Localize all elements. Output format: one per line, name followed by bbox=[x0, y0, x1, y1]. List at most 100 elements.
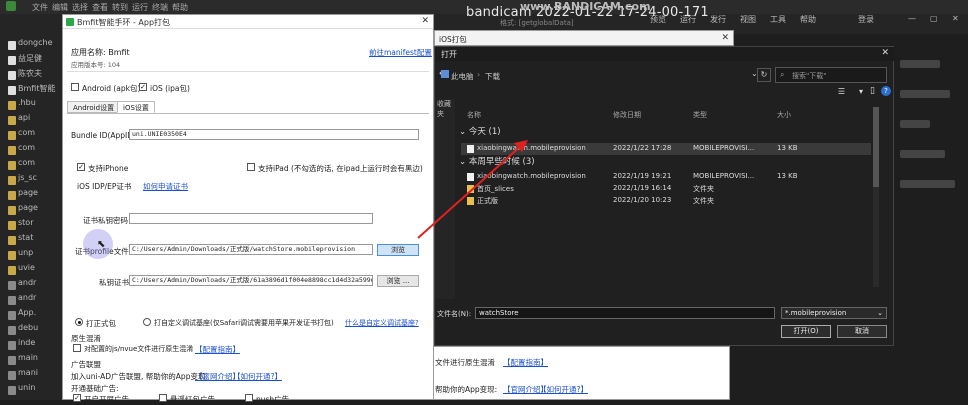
view-options-icon[interactable]: ☰ bbox=[838, 87, 845, 96]
group-today[interactable]: ⌄ 今天 (1) bbox=[459, 125, 501, 137]
obfuscate-checkbox[interactable] bbox=[73, 344, 81, 352]
pack-close-icon[interactable]: ✕ bbox=[421, 16, 429, 26]
tree-item[interactable]: 益足健 bbox=[0, 53, 62, 69]
tab-divider bbox=[67, 113, 429, 114]
profile-file-input[interactable]: C:/Users/Admin/Downloads/正式版/watchStore.… bbox=[129, 244, 373, 255]
file-list-scrollbar[interactable] bbox=[873, 107, 879, 287]
layout-pane-icon[interactable]: ▯ bbox=[870, 86, 875, 96]
tree-item[interactable]: debu bbox=[0, 323, 62, 339]
menu-run[interactable]: 运行 bbox=[132, 2, 148, 13]
tree-item[interactable]: js_sc bbox=[0, 173, 62, 189]
menu-view[interactable]: 查看 bbox=[92, 2, 108, 13]
menu-help[interactable]: 帮助 bbox=[172, 2, 188, 13]
tree-item[interactable]: unin bbox=[0, 383, 62, 399]
tree-item[interactable]: com bbox=[0, 128, 62, 144]
file-row[interactable]: xiaobingwatch.mobileprovision 2022/1/19 1… bbox=[461, 171, 871, 183]
filetype-select[interactable]: *.mobileprovision ⌄ bbox=[781, 307, 887, 319]
refresh-icon[interactable]: ↻ bbox=[757, 68, 771, 82]
top-publish[interactable]: 发行 bbox=[710, 14, 726, 25]
file-row[interactable]: xiaobingwatch.mobileprovision 2022/1/22 1… bbox=[461, 143, 871, 155]
tree-item[interactable]: main bbox=[0, 353, 62, 369]
tree-item-label: page bbox=[18, 188, 38, 197]
tree-item[interactable]: .hbu bbox=[0, 98, 62, 114]
tree-item[interactable]: unp bbox=[0, 248, 62, 264]
ad-splash-checkbox[interactable]: ✓ bbox=[73, 394, 81, 402]
file-dialog-close-icon[interactable]: ✕ bbox=[881, 48, 889, 58]
tree-item[interactable]: Bmfit智能 bbox=[0, 83, 62, 99]
breadcrumb-pc[interactable]: 此电脑 bbox=[451, 71, 474, 82]
tree-item[interactable]: andr bbox=[0, 293, 62, 309]
tree-item-label: page bbox=[18, 203, 38, 212]
bg-obfuscate-link[interactable]: 【配置指南】 bbox=[503, 357, 548, 368]
tree-item[interactable]: page bbox=[0, 188, 62, 204]
tab-android[interactable]: Android设置 bbox=[67, 101, 121, 113]
menu-goto[interactable]: 转到 bbox=[112, 2, 128, 13]
tree-item[interactable]: page bbox=[0, 203, 62, 219]
tree-item[interactable]: 陈农夫 bbox=[0, 68, 62, 84]
tree-item[interactable]: stor bbox=[0, 218, 62, 234]
manifest-link[interactable]: 前往manifest配置 bbox=[369, 47, 432, 58]
cert-password-input[interactable] bbox=[129, 213, 373, 224]
tree-item[interactable]: api bbox=[0, 113, 62, 129]
tree-item-label: mani bbox=[18, 368, 38, 377]
tree-item[interactable]: stat bbox=[0, 233, 62, 249]
file-row[interactable]: 正式版 2022/1/20 10:23 文件夹 bbox=[461, 195, 871, 207]
ad-open-link[interactable]: 【如何开通?】 bbox=[233, 371, 282, 382]
android-checkbox[interactable] bbox=[71, 83, 79, 91]
menu-file[interactable]: 文件 bbox=[32, 2, 48, 13]
group-week[interactable]: ⌄ 本周早些时候 (3) bbox=[459, 155, 535, 167]
tree-item[interactable]: mani bbox=[0, 368, 62, 384]
folder-icon bbox=[8, 191, 16, 200]
help-icon[interactable]: ? bbox=[881, 86, 891, 96]
menu-select[interactable]: 选择 bbox=[72, 2, 88, 13]
ad-base-label: 开通基础广告: bbox=[71, 384, 119, 393]
col-name[interactable]: 名称 bbox=[467, 110, 481, 120]
tab-ios[interactable]: iOS设置 bbox=[117, 101, 155, 113]
ipad-checkbox[interactable] bbox=[247, 163, 255, 171]
custom-base-radio[interactable] bbox=[143, 318, 151, 326]
scrollbar-thumb[interactable] bbox=[873, 107, 879, 187]
col-date[interactable]: 修改日期 bbox=[613, 110, 641, 120]
tree-item[interactable]: com bbox=[0, 158, 62, 174]
private-cert-input[interactable]: C:/Users/Admin/Downloads/正式版/61a3896d1f0… bbox=[129, 275, 373, 286]
profile-browse-button[interactable]: 浏览 bbox=[377, 244, 419, 256]
cancel-button[interactable]: 取消 bbox=[837, 325, 887, 338]
view-chevron-icon[interactable]: ▾ bbox=[859, 87, 863, 96]
minimize-icon[interactable]: — bbox=[908, 14, 916, 23]
menu-edit[interactable]: 编辑 bbox=[52, 2, 68, 13]
bg-close-icon[interactable]: ✕ bbox=[721, 33, 729, 43]
bg-ad-link2[interactable]: 【如何开通?】 bbox=[539, 384, 588, 395]
top-help[interactable]: 帮助 bbox=[800, 14, 816, 25]
bundle-id-input[interactable]: uni.UNIE0350E4 bbox=[129, 129, 419, 140]
obfuscate-link[interactable]: 【配置指南】 bbox=[195, 344, 240, 355]
open-button[interactable]: 打开(O) bbox=[781, 325, 831, 338]
custom-base-link[interactable]: 什么是自定义调试基座? bbox=[345, 318, 419, 328]
ad-push-checkbox[interactable] bbox=[245, 394, 253, 402]
col-size[interactable]: 大小 bbox=[777, 110, 791, 120]
ad-redpacket-checkbox[interactable] bbox=[159, 394, 167, 402]
tree-item[interactable]: App. bbox=[0, 308, 62, 324]
file-row[interactable]: 首页_slices 2022/1/19 16:14 文件夹 bbox=[461, 183, 871, 195]
tree-item[interactable]: inde bbox=[0, 338, 62, 354]
breadcrumb-downloads[interactable]: 下载 bbox=[485, 71, 500, 82]
close-icon[interactable]: ✕ bbox=[952, 14, 959, 23]
file-search-input[interactable]: ⌕ 搜索"下载" bbox=[775, 67, 887, 83]
iphone-checkbox[interactable]: ✓ bbox=[77, 163, 85, 171]
tree-item[interactable]: andr bbox=[0, 278, 62, 294]
cert-howto-link[interactable]: 如何申请证书 bbox=[143, 181, 188, 192]
tree-item[interactable]: uvie bbox=[0, 263, 62, 279]
formal-pack-radio[interactable] bbox=[75, 318, 83, 326]
filename-input[interactable]: watchStore bbox=[475, 307, 775, 319]
sidebar-favorites[interactable]: 收藏夹 bbox=[437, 99, 455, 119]
top-tools[interactable]: 工具 bbox=[770, 14, 786, 25]
maximize-icon[interactable]: ▢ bbox=[930, 14, 938, 23]
ios-checkbox[interactable]: ✓ bbox=[139, 83, 147, 91]
private-cert-browse-button[interactable]: 浏览 ... bbox=[377, 275, 419, 287]
top-view[interactable]: 视图 bbox=[740, 14, 756, 25]
login-link[interactable]: 登录 bbox=[858, 14, 874, 25]
tree-item[interactable]: com bbox=[0, 143, 62, 159]
col-type[interactable]: 类型 bbox=[693, 110, 707, 120]
tree-item[interactable]: dongche bbox=[0, 38, 62, 54]
menu-terminal[interactable]: 终端 bbox=[152, 2, 168, 13]
folder-icon bbox=[8, 206, 16, 215]
